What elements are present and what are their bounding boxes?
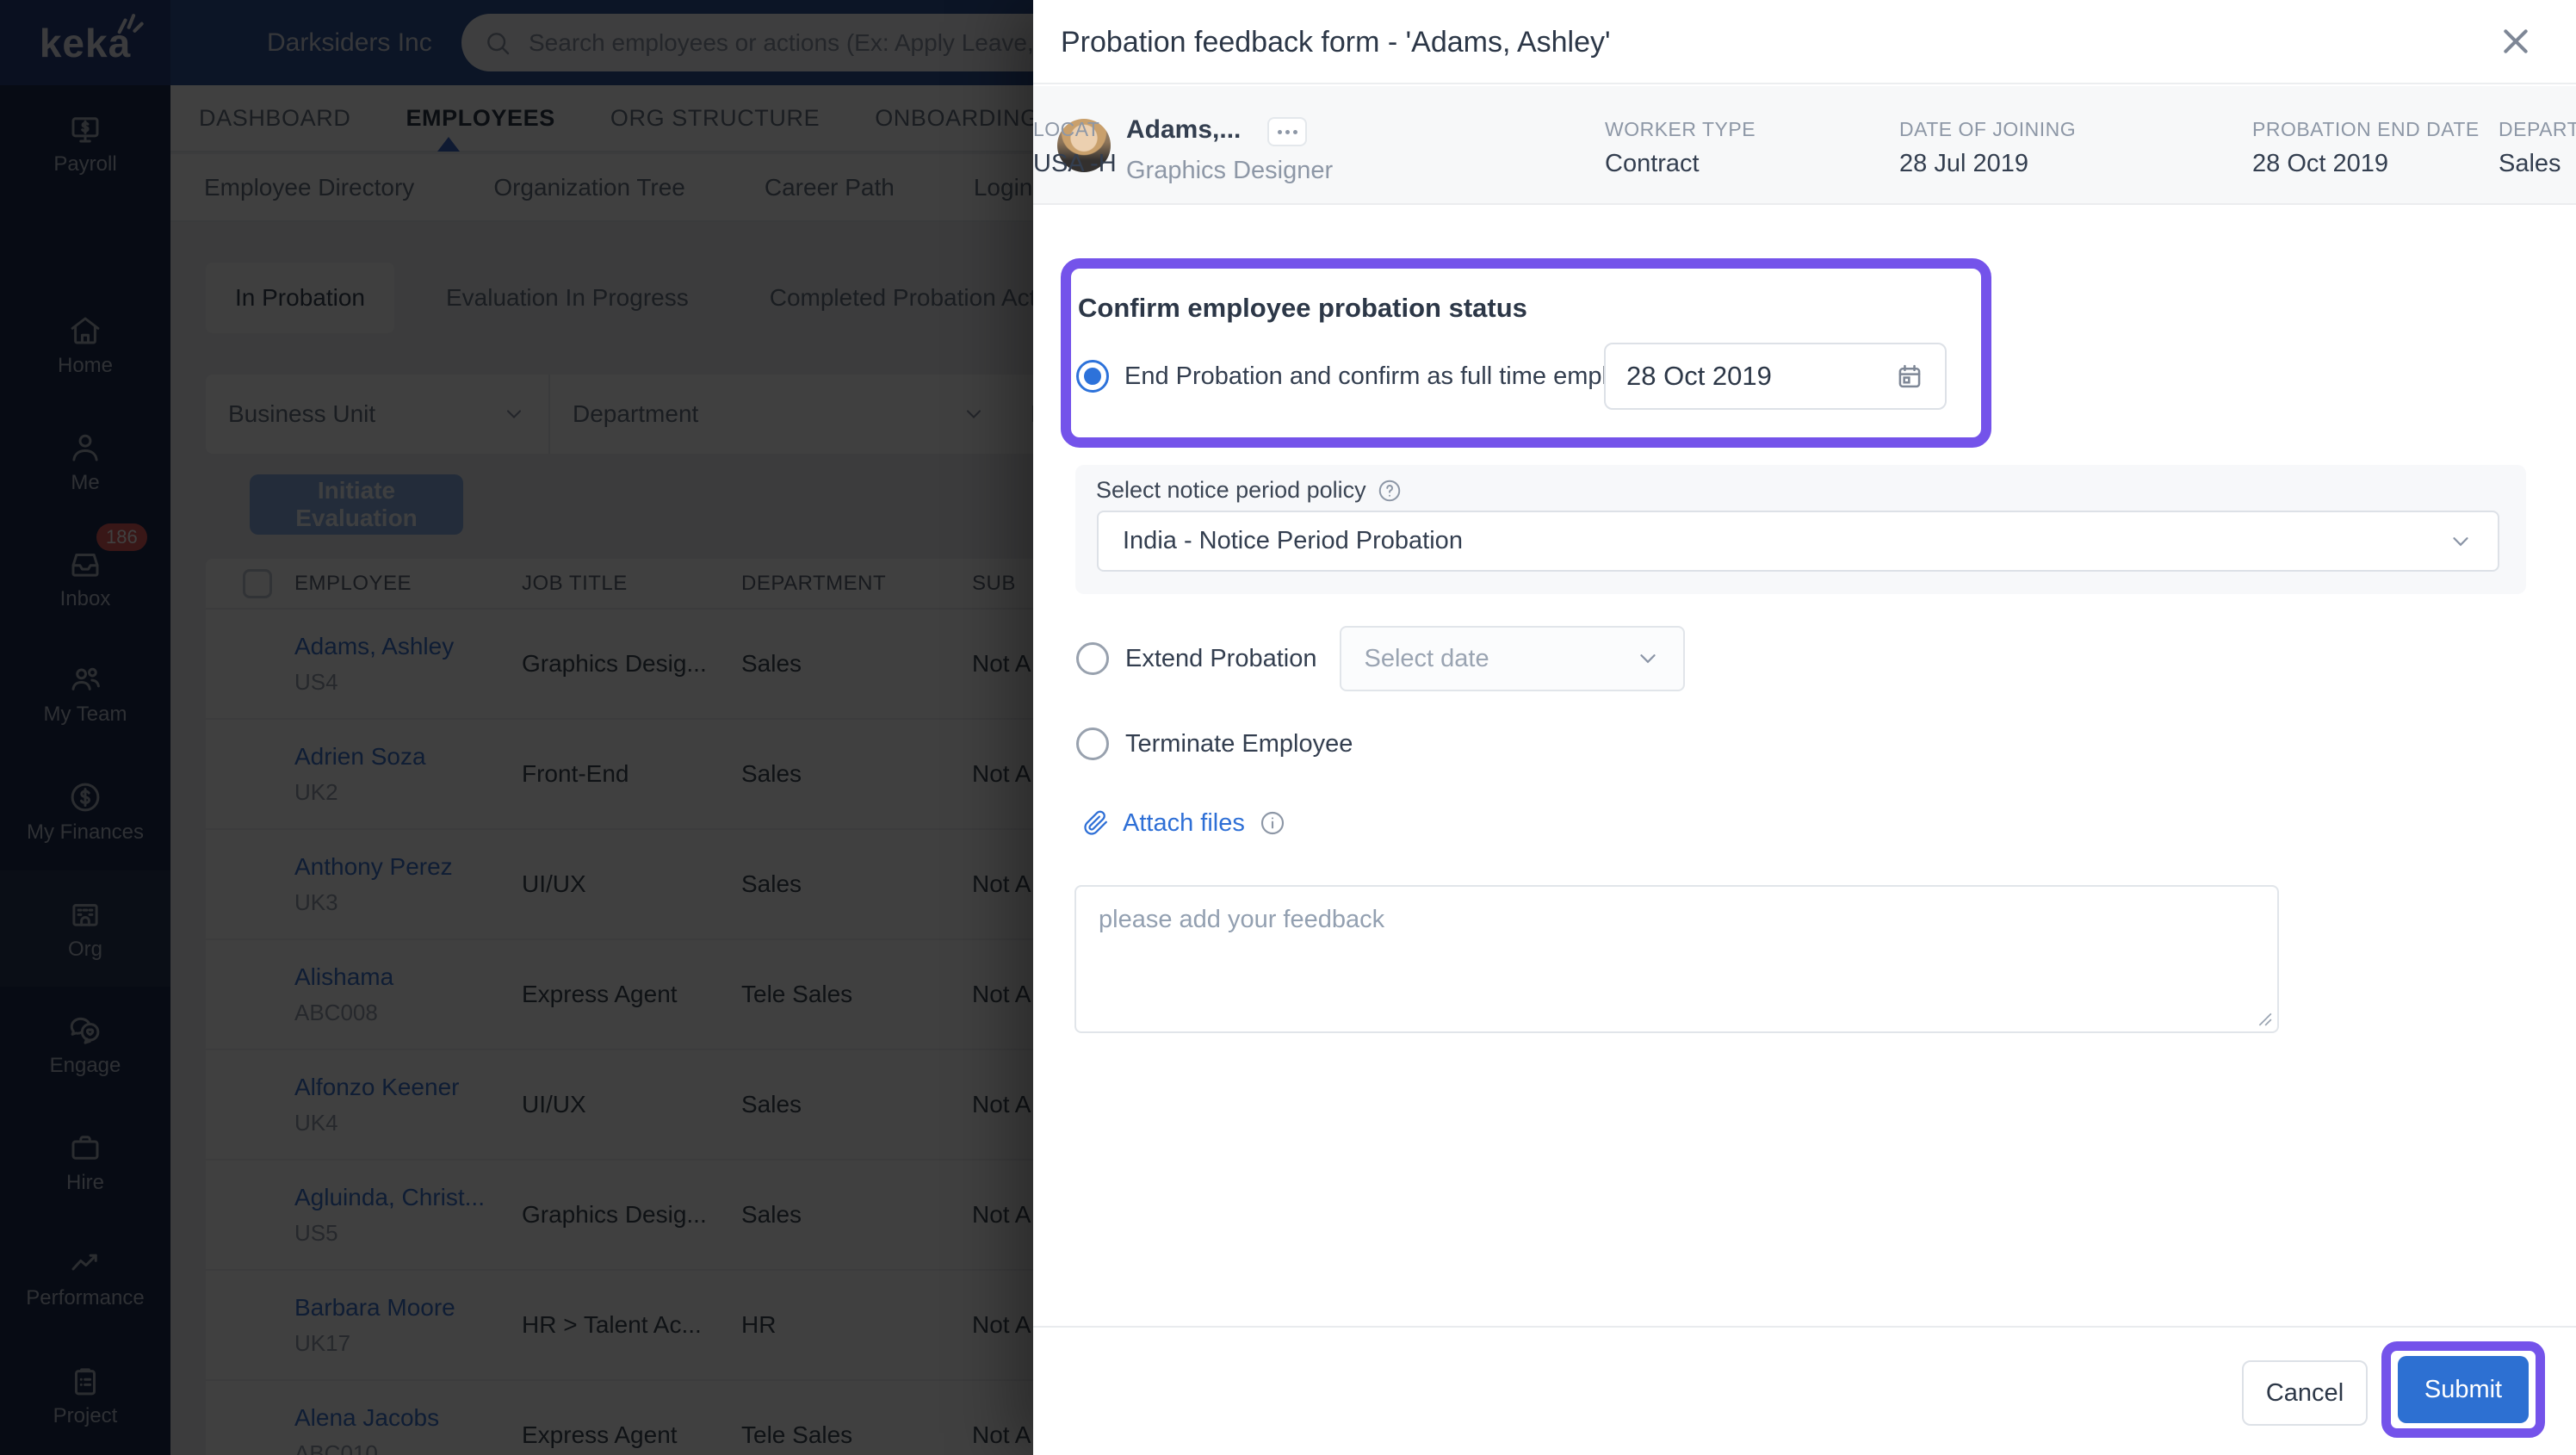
drawer-footer: Cancel Submit [1033, 1326, 2576, 1455]
notice-policy-value: India - Notice Period Probation [1123, 527, 1463, 554]
employee-fields: WORKER TYPE Contract DATE OF JOINING 28 … [1033, 86, 2576, 203]
info-field-value: Sales [2499, 150, 2561, 177]
info-field-label: LOCAT [1033, 118, 1100, 140]
info-field-label: DEPARTMENT [2499, 118, 2576, 140]
close-icon[interactable] [2499, 24, 2533, 59]
confirm-status-heading: Confirm employee probation status [1078, 293, 1527, 323]
end-probation-label: End Probation and confirm as full time e… [1124, 362, 1662, 390]
extend-probation-radio[interactable] [1076, 642, 1109, 675]
feedback-textarea[interactable] [1074, 885, 2279, 1033]
info-field-value: Contract [1605, 150, 1700, 177]
chevron-down-icon [2453, 536, 2468, 546]
confirm-status-highlight-box: Confirm employee probation status End Pr… [1061, 258, 1991, 448]
end-probation-option: End Probation and confirm as full time e… [1076, 360, 1662, 393]
drawer-header: Probation feedback form - 'Adams, Ashley… [1033, 0, 2576, 84]
app-screen: keka Darksiders Inc Home Me [0, 0, 2576, 1455]
extend-date-dropdown[interactable]: Select date [1340, 626, 1686, 691]
confirmation-date-input[interactable] [1625, 360, 1866, 393]
submit-button[interactable]: Submit [2398, 1356, 2529, 1423]
notice-policy-section: Select notice period policy India - Noti… [1075, 465, 2526, 594]
chevron-down-icon [1640, 654, 1656, 664]
notice-policy-dropdown[interactable]: India - Notice Period Probation [1097, 511, 2499, 572]
attach-files-row: Attach files [1083, 802, 1286, 844]
employee-info-bar: Adams,... Graphics Designer WORKER TYPE … [1033, 86, 2576, 205]
drawer-title: Probation feedback form - 'Adams, Ashley… [1061, 26, 1611, 59]
probation-feedback-drawer: Probation feedback form - 'Adams, Ashley… [1033, 0, 2576, 1455]
terminate-employee-option: Terminate Employee [1076, 728, 1353, 760]
info-field-label: DATE OF JOINING [1899, 118, 2077, 140]
resize-handle-icon[interactable] [2257, 1011, 2272, 1026]
info-field-value: 28 Jul 2019 [1899, 150, 2028, 177]
calendar-icon[interactable] [1893, 360, 1926, 393]
terminate-employee-label: Terminate Employee [1125, 729, 1353, 758]
info-field-value: USA -H [1033, 150, 1117, 177]
confirmation-date-field[interactable] [1604, 343, 1947, 410]
info-field-label: WORKER TYPE [1605, 118, 1756, 140]
info-field-value: 28 Oct 2019 [2252, 150, 2388, 177]
paperclip-icon[interactable] [1083, 810, 1109, 836]
cancel-button[interactable]: Cancel [2242, 1360, 2368, 1426]
feedback-field [1074, 885, 2279, 1033]
terminate-employee-radio[interactable] [1076, 728, 1109, 760]
extend-date-placeholder: Select date [1364, 644, 1489, 672]
extend-probation-option: Extend Probation Select date [1076, 622, 1686, 695]
notice-policy-label: Select notice period policy [1096, 477, 1366, 503]
submit-highlight-ring: Submit [2381, 1341, 2545, 1438]
end-probation-radio[interactable] [1076, 360, 1109, 393]
help-icon[interactable] [1377, 478, 1403, 504]
info-icon[interactable] [1259, 809, 1286, 837]
attach-files-link[interactable]: Attach files [1123, 809, 1245, 838]
extend-probation-label: Extend Probation [1125, 644, 1317, 672]
info-field-label: PROBATION END DATE [2252, 118, 2480, 140]
